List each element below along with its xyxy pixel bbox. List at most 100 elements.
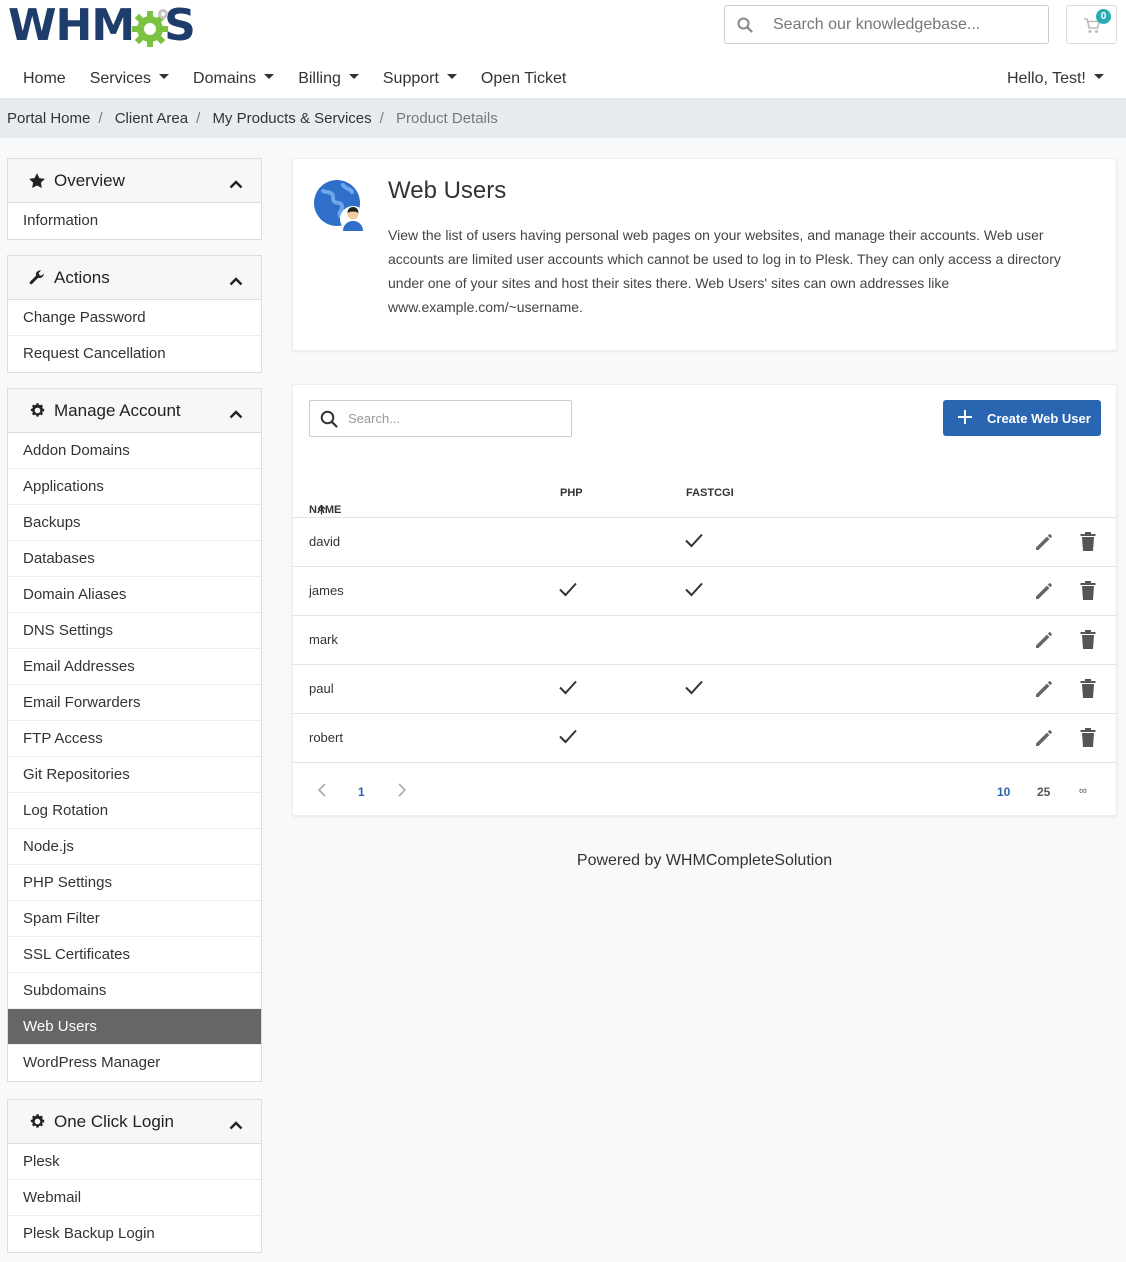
sidebar-item-backups[interactable]: Backups [8, 505, 261, 541]
sidebar-item-change-password[interactable]: Change Password [8, 300, 261, 336]
sidebar-item-ftp-access[interactable]: FTP Access [8, 721, 261, 757]
whmcs-logo[interactable]: WHM S [8, 0, 196, 51]
sidebar-item-applications[interactable]: Applications [8, 469, 261, 505]
sidebar-item-nodejs[interactable]: Node.js [8, 829, 261, 865]
sidebar-item-dns-settings[interactable]: DNS Settings [8, 613, 261, 649]
fastcgi-check-icon [684, 581, 704, 600]
table-search-input[interactable] [348, 401, 568, 436]
web-users-table-card: Create Web User NAME PHP FASTCGI david ja… [292, 384, 1117, 816]
account-label: Hello, Test! [1007, 70, 1086, 87]
search-icon [737, 17, 753, 38]
cart-button[interactable]: 0 [1066, 5, 1117, 44]
sidebar-item-php-settings[interactable]: PHP Settings [8, 865, 261, 901]
pagination: 1 10 25 ∞ [293, 768, 1117, 816]
edit-pencil-icon[interactable] [1033, 629, 1055, 651]
nav-services[interactable]: Services [78, 60, 181, 98]
breadcrumb-separator: / [98, 110, 103, 127]
fastcgi-check-icon [684, 679, 704, 698]
cart-count-badge: 0 [1096, 9, 1111, 24]
breadcrumb-separator: / [196, 110, 201, 127]
create-web-user-label: Create Web User [987, 410, 1091, 426]
page-number[interactable]: 1 [358, 785, 365, 799]
web-user-name: robert [309, 730, 343, 745]
chevron-up-icon[interactable] [229, 1115, 243, 1135]
sidebar-item-information[interactable]: Information [8, 203, 261, 239]
nav-open-ticket[interactable]: Open Ticket [469, 60, 578, 98]
column-header-fastcgi[interactable]: FASTCGI [686, 487, 734, 499]
caret-down-icon [159, 74, 170, 80]
delete-trash-icon[interactable] [1079, 531, 1097, 553]
table-row: james [293, 567, 1117, 616]
cog-icon [28, 1113, 46, 1131]
logo-text-left: WHM [8, 0, 135, 51]
chevron-up-icon[interactable] [229, 271, 243, 291]
delete-trash-icon[interactable] [1079, 629, 1097, 651]
nav-home[interactable]: Home [0, 60, 78, 98]
edit-pencil-icon[interactable] [1033, 580, 1055, 602]
sidebar-item-addon-domains[interactable]: Addon Domains [8, 433, 261, 469]
column-header-php[interactable]: PHP [560, 487, 583, 499]
sidebar-item-plesk[interactable]: Plesk [8, 1144, 261, 1180]
panel-header-manage-account[interactable]: Manage Account [8, 389, 261, 433]
sidebar-item-email-forwarders[interactable]: Email Forwarders [8, 685, 261, 721]
nav-label: Home [23, 70, 66, 87]
sidebar-item-domain-aliases[interactable]: Domain Aliases [8, 577, 261, 613]
php-check-icon [558, 581, 578, 600]
sidebar-item-web-users[interactable]: Web Users [8, 1009, 261, 1045]
sidebar-item-plesk-backup-login[interactable]: Plesk Backup Login [8, 1216, 261, 1252]
page-size-25[interactable]: 25 [1037, 785, 1050, 799]
edit-pencil-icon[interactable] [1033, 531, 1055, 553]
table-row: david [293, 518, 1117, 567]
edit-pencil-icon[interactable] [1033, 727, 1055, 749]
delete-trash-icon[interactable] [1079, 580, 1097, 602]
sidebar-item-git-repositories[interactable]: Git Repositories [8, 757, 261, 793]
sidebar-item-spam-filter[interactable]: Spam Filter [8, 901, 261, 937]
panel-header-overview[interactable]: Overview [8, 159, 261, 203]
nav-domains[interactable]: Domains [181, 60, 286, 98]
edit-pencil-icon[interactable] [1033, 678, 1055, 700]
web-user-name: david [309, 534, 341, 549]
breadcrumb-portal-home[interactable]: Portal Home [7, 110, 90, 127]
search-icon [320, 410, 338, 433]
sidebar-panel-one-click-login: One Click Login Plesk Webmail Plesk Back… [7, 1099, 262, 1253]
php-check-icon [558, 679, 578, 698]
sidebar-panel-actions: Actions Change Password Request Cancella… [7, 255, 262, 373]
caret-down-icon [264, 74, 275, 80]
table-row: paul [293, 665, 1117, 714]
star-icon [28, 172, 46, 190]
sidebar-item-webmail[interactable]: Webmail [8, 1180, 261, 1216]
account-menu[interactable]: Hello, Test! [1007, 60, 1104, 98]
table-search [309, 400, 572, 437]
create-web-user-button[interactable]: Create Web User [943, 400, 1101, 436]
nav-billing[interactable]: Billing [286, 60, 371, 98]
sidebar-item-subdomains[interactable]: Subdomains [8, 973, 261, 1009]
sidebar-item-wordpress-manager[interactable]: WordPress Manager [8, 1045, 261, 1081]
sidebar-item-ssl-certificates[interactable]: SSL Certificates [8, 937, 261, 973]
sidebar-item-email-addresses[interactable]: Email Addresses [8, 649, 261, 685]
footer-powered-by: Powered by WHMCompleteSolution [576, 852, 833, 869]
sort-arrow-up-icon [317, 504, 326, 518]
web-user-name: mark [309, 632, 338, 647]
panel-header-one-click-login[interactable]: One Click Login [8, 1100, 261, 1144]
sidebar-item-request-cancellation[interactable]: Request Cancellation [8, 336, 261, 372]
page-size-10[interactable]: 10 [997, 785, 1010, 799]
panel-header-actions[interactable]: Actions [8, 256, 261, 300]
prev-page-icon[interactable] [317, 783, 327, 800]
sidebar-item-databases[interactable]: Databases [8, 541, 261, 577]
nav-support[interactable]: Support [371, 60, 469, 98]
page-size-all[interactable]: ∞ [1079, 785, 1087, 797]
next-page-icon[interactable] [397, 783, 407, 800]
breadcrumb-product-details: Product Details [396, 110, 498, 127]
breadcrumb-products-services[interactable]: My Products & Services [212, 110, 371, 127]
knowledgebase-search-input[interactable] [773, 6, 1043, 43]
chevron-up-icon[interactable] [229, 404, 243, 424]
nav-label: Billing [298, 70, 341, 87]
breadcrumb-separator: / [379, 110, 384, 127]
table-row: mark [293, 616, 1117, 665]
nav-label: Open Ticket [480, 70, 567, 87]
sidebar-item-log-rotation[interactable]: Log Rotation [8, 793, 261, 829]
chevron-up-icon[interactable] [229, 174, 243, 194]
delete-trash-icon[interactable] [1079, 678, 1097, 700]
breadcrumb-client-area[interactable]: Client Area [115, 110, 188, 127]
delete-trash-icon[interactable] [1079, 727, 1097, 749]
